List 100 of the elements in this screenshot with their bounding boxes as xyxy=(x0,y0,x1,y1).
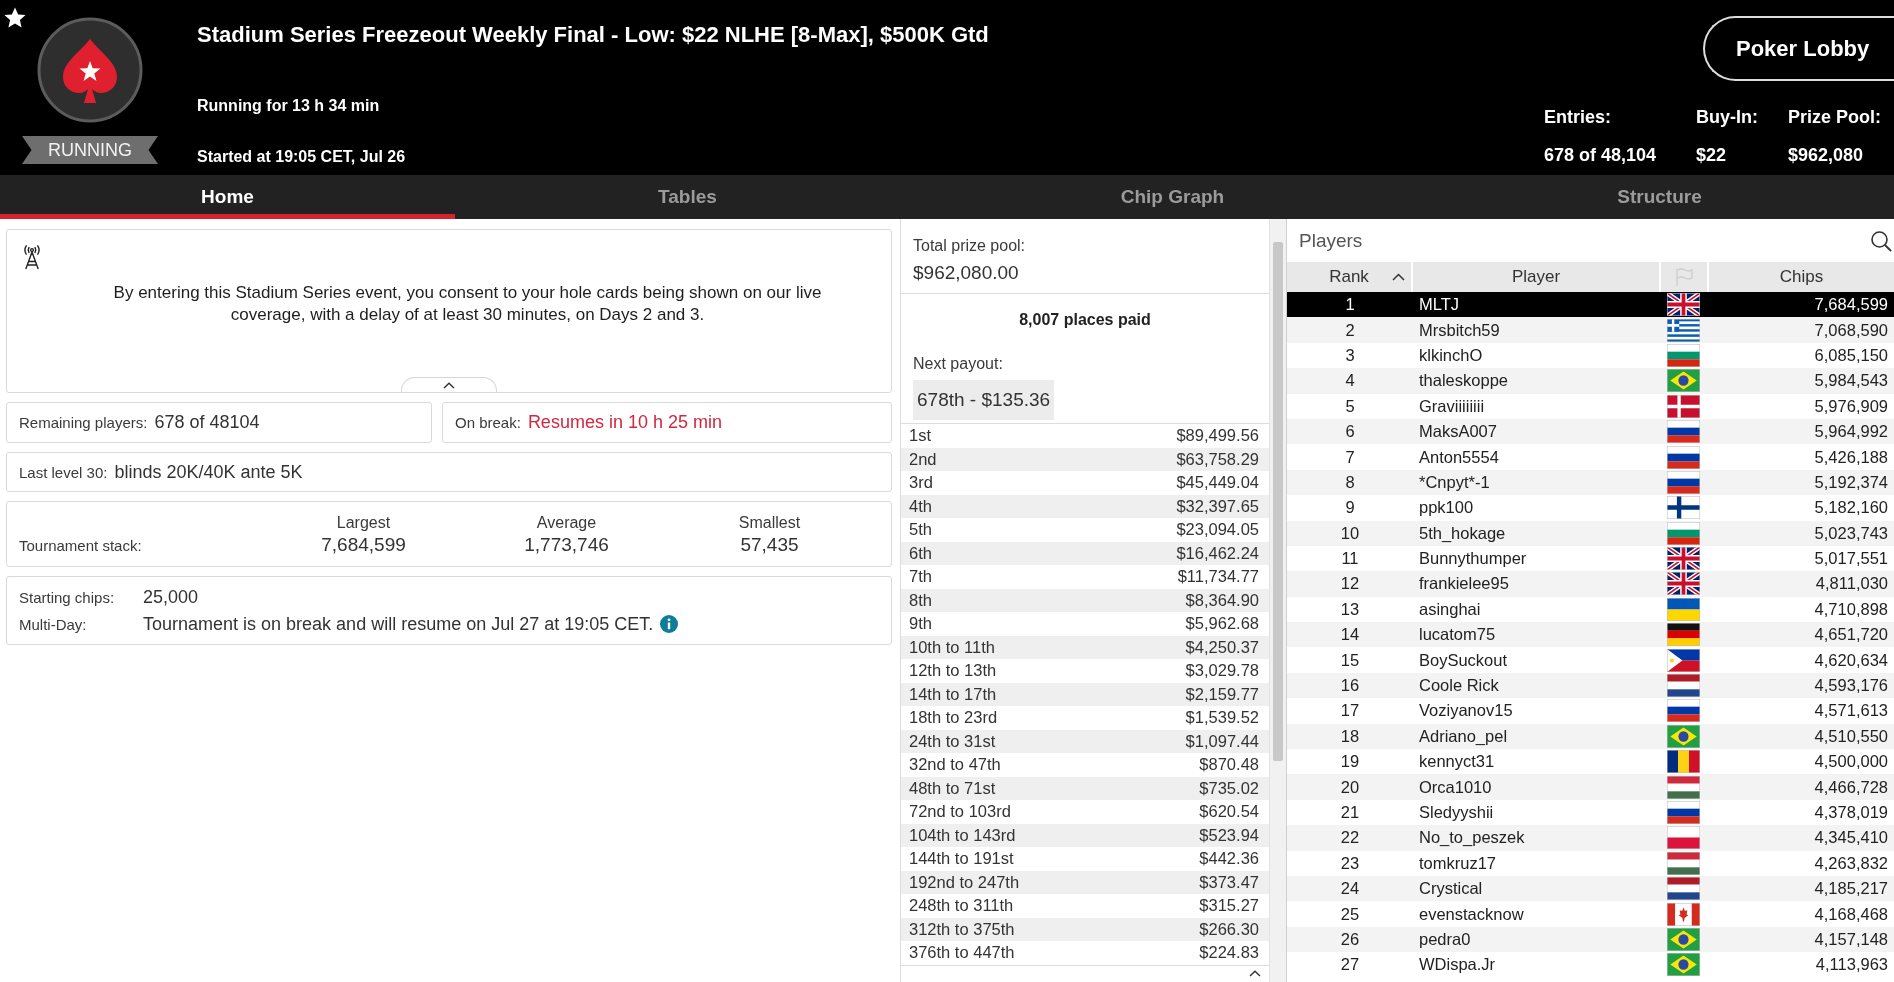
flag-icon xyxy=(1673,267,1695,287)
tab[interactable]: Structure xyxy=(1425,175,1894,219)
player-row[interactable]: 22 No_to_peszek 4,345,410 xyxy=(1287,825,1894,851)
chip-count: 4,620,634 xyxy=(1814,650,1889,670)
stack-value: 57,435 xyxy=(740,534,799,556)
payout-amount: $735.02 xyxy=(1199,778,1259,798)
player-row[interactable]: 1 MLTJ 7,684,599 xyxy=(1287,292,1894,318)
star-icon[interactable] xyxy=(3,6,27,30)
field-value: 25,000 xyxy=(143,586,199,608)
chip-count: 4,378,019 xyxy=(1814,803,1889,822)
chip-count: 4,593,176 xyxy=(1814,676,1889,696)
rank-number: 23 xyxy=(1340,853,1360,873)
payout-place: 248th to 311th xyxy=(909,896,1014,916)
tab[interactable]: Chip Graph xyxy=(920,175,1425,219)
payout-place: 192nd to 247th xyxy=(909,872,1020,892)
player-name: frankielee95 xyxy=(1418,574,1509,594)
stat-label: Entries: xyxy=(1544,107,1612,127)
field-value: Tournament is on break and will resume on Jul 27 at 19:05 CET. xyxy=(143,613,654,635)
payout-amount: $315.27 xyxy=(1199,896,1259,916)
payout-amount: $1,097.44 xyxy=(1185,731,1259,751)
scrollbar-thumb[interactable] xyxy=(1273,242,1283,761)
rank-number: 12 xyxy=(1340,574,1360,594)
rank-number: 21 xyxy=(1340,803,1360,822)
rank-number: 3 xyxy=(1345,345,1355,365)
chip-count: 4,157,148 xyxy=(1814,929,1889,949)
player-row[interactable]: 14 lucatom75 4,651,720 xyxy=(1287,622,1894,648)
rank-number: 9 xyxy=(1345,498,1355,518)
next-payout-label: Next payout: xyxy=(913,354,1003,374)
player-name: thaleskoppe xyxy=(1418,371,1508,391)
places-paid: 8,007 places paid xyxy=(1019,310,1151,330)
payout-amount: $373.47 xyxy=(1199,872,1259,892)
player-name: Crystical xyxy=(1418,879,1483,899)
payout-amount: $11,734.77 xyxy=(1177,567,1259,587)
player-name: Anton5554 xyxy=(1418,447,1499,467)
poker-lobby-button[interactable]: Poker Lobby xyxy=(1703,16,1894,81)
payout-place: 14th to 17th xyxy=(909,684,997,704)
player-name: Orca1010 xyxy=(1418,777,1492,797)
chip-count: 5,976,909 xyxy=(1814,396,1889,416)
next-payout-value: 678th - $135.36 xyxy=(913,380,1055,420)
payout-place: 3rd xyxy=(909,473,933,493)
chip-count: 4,263,832 xyxy=(1814,853,1889,873)
chip-count: 7,684,599 xyxy=(1814,295,1889,315)
payout-place: 104th to 143rd xyxy=(909,825,1016,845)
payout-amount: $45,449.04 xyxy=(1176,473,1259,493)
chip-count: 4,510,550 xyxy=(1814,726,1889,746)
payout-amount: $16,462.24 xyxy=(1176,543,1259,563)
player-name: pedra0 xyxy=(1418,929,1471,949)
payout-place: 12th to 13th xyxy=(909,661,997,681)
player-row[interactable]: 12 frankielee95 4,811,030 xyxy=(1287,571,1894,597)
rank-number: 13 xyxy=(1340,599,1360,619)
payout-amount: $442.36 xyxy=(1199,849,1259,869)
player-row[interactable]: 18 Adriano_pel 4,510,550 xyxy=(1287,723,1894,750)
collapse-tab[interactable] xyxy=(401,377,497,392)
player-name: Bunnythumper xyxy=(1418,549,1527,569)
start-time: Started at 19:05 CET, Jul 26 xyxy=(197,147,406,167)
player-row[interactable]: 2 Mrsbitch59 7,068,590 xyxy=(1287,317,1894,343)
search-icon[interactable] xyxy=(1870,229,1892,252)
player-row[interactable]: 16 Coole Rick 4,593,176 xyxy=(1287,672,1894,699)
player-row[interactable]: 20 Orca1010 4,466,728 xyxy=(1287,774,1894,800)
chip-count: 4,811,030 xyxy=(1815,574,1889,594)
player-row[interactable]: 8 *Cnpyt*-1 5,192,374 xyxy=(1287,469,1894,496)
chip-count: 4,185,217 xyxy=(1814,879,1889,899)
stat-value: $22 xyxy=(1696,145,1727,165)
player-row[interactable]: 4 thaleskoppe 5,984,543 xyxy=(1287,368,1894,394)
field-label: Last level 30: xyxy=(19,463,108,481)
payout-place: 32nd to 47th xyxy=(909,755,1001,775)
payout-place: 1st xyxy=(909,426,931,446)
panel-title: Players xyxy=(1299,229,1363,252)
payout-place: 9th xyxy=(909,614,932,634)
chip-count: 4,345,410 xyxy=(1814,828,1889,848)
info-icon[interactable] xyxy=(660,615,679,633)
rank-number: 19 xyxy=(1340,752,1360,772)
field-value: 678 of 48104 xyxy=(154,412,260,433)
player-row[interactable]: 6 MaksA007 5,964,992 xyxy=(1287,418,1894,445)
payout-amount: $1,539.52 xyxy=(1185,708,1259,728)
tab[interactable]: Tables xyxy=(455,175,920,219)
payout-place: 18th to 23rd xyxy=(909,708,998,728)
field-label: Multi-Day: xyxy=(19,615,87,633)
prize-pool-label: Total prize pool: xyxy=(913,236,1026,256)
rank-number: 17 xyxy=(1340,701,1360,721)
player-row[interactable]: 26 pedra0 4,157,148 xyxy=(1287,926,1894,953)
rank-number: 25 xyxy=(1340,904,1360,924)
chip-count: 4,571,613 xyxy=(1814,701,1889,721)
payout-amount: $523.94 xyxy=(1199,825,1259,845)
payout-place: 24th to 31st xyxy=(909,731,996,751)
column-header[interactable]: Chips xyxy=(1709,262,1894,292)
player-row[interactable]: 10 5th_hokage 5,023,743 xyxy=(1287,520,1894,546)
chip-count: 4,710,898 xyxy=(1814,599,1889,619)
scrollbar[interactable] xyxy=(1269,219,1286,982)
sort-caret-icon xyxy=(1392,273,1405,281)
rank-number: 6 xyxy=(1345,422,1355,442)
field-label: Starting chips: xyxy=(19,588,115,606)
payout-place: 48th to 71st xyxy=(909,778,996,798)
player-name: Coole Rick xyxy=(1418,676,1499,696)
rank-number: 4 xyxy=(1345,371,1355,391)
chip-count: 5,426,188 xyxy=(1814,447,1889,467)
chip-count: 4,466,728 xyxy=(1814,777,1889,797)
rank-number: 24 xyxy=(1340,879,1360,899)
player-row[interactable]: 24 Crystical 4,185,217 xyxy=(1287,876,1894,902)
column-heading: Largest xyxy=(336,514,391,532)
